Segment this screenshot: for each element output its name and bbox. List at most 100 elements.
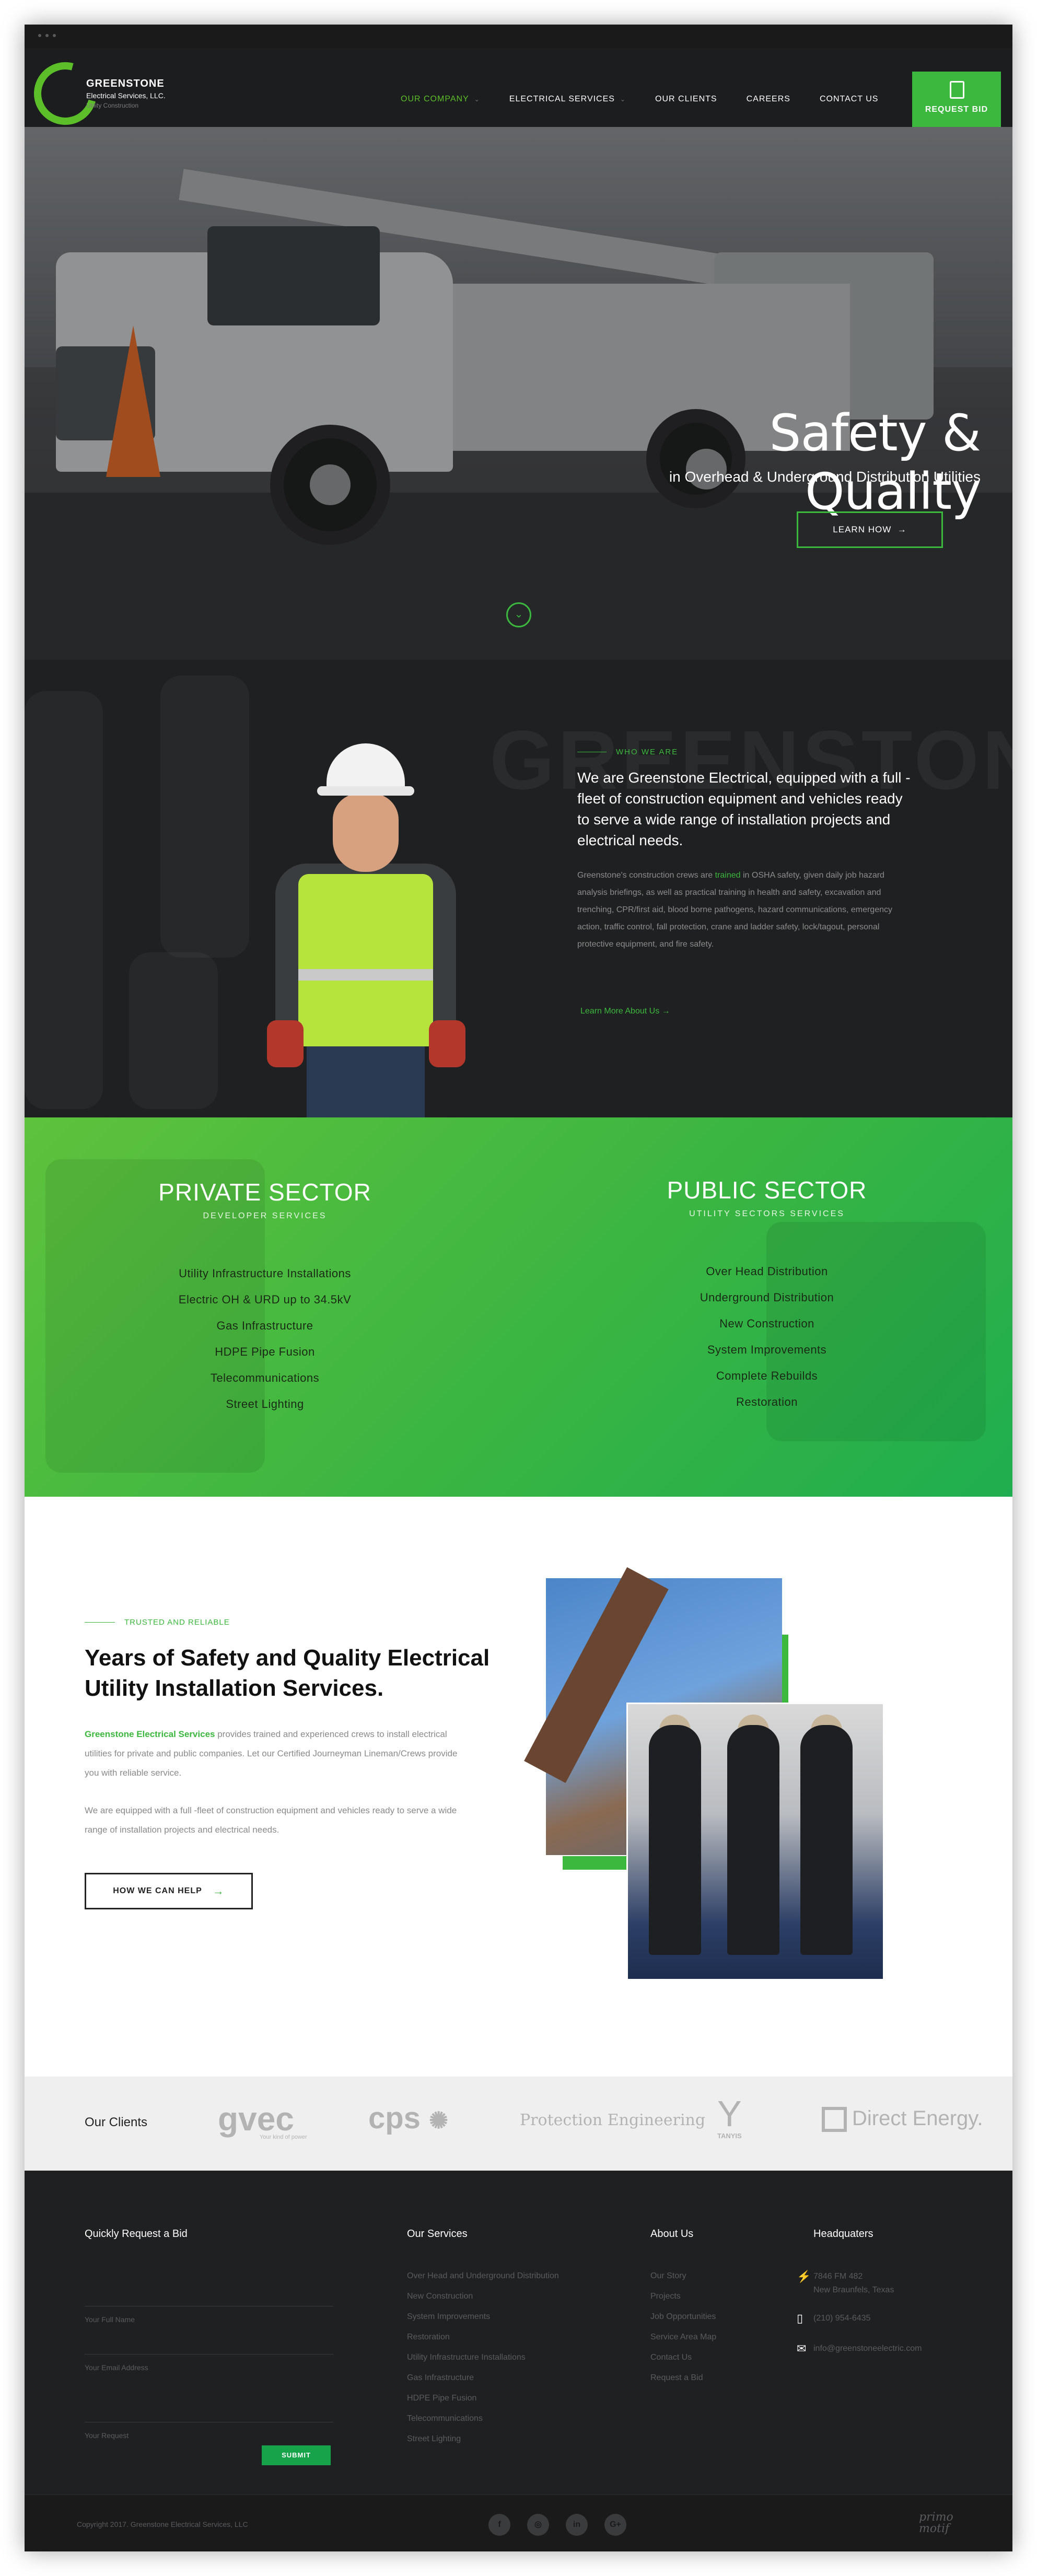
list-item: Gas Infrastructure bbox=[216, 1319, 313, 1332]
sun-icon: ✺ bbox=[429, 2108, 448, 2134]
chevron-down-icon: ⌄ bbox=[514, 609, 523, 620]
full-name-field[interactable]: Your Full Name bbox=[85, 2286, 333, 2324]
bid-form-title: Quickly Request a Bid bbox=[85, 2228, 188, 2240]
footer-link[interactable]: Contact Us bbox=[650, 2347, 716, 2368]
services-title: Our Services bbox=[407, 2228, 468, 2240]
nav-our-clients[interactable]: OUR CLIENTS bbox=[655, 95, 717, 104]
footer-link[interactable]: Restoration bbox=[407, 2327, 559, 2347]
team-member bbox=[649, 1725, 701, 1955]
client-logo-tanyis[interactable]: Y TANYIS bbox=[717, 2095, 742, 2140]
email-field[interactable]: Your Email Address bbox=[85, 2334, 333, 2372]
list-item: Street Lighting bbox=[226, 1397, 304, 1411]
window-dot-3[interactable] bbox=[53, 34, 56, 37]
background-worker bbox=[160, 675, 249, 958]
team-member bbox=[800, 1725, 853, 1955]
footer-link[interactable]: Utility Infrastructure Installations bbox=[407, 2347, 559, 2368]
brand-logo[interactable]: GREENSTONE Electrical Services, LLC. Uti… bbox=[25, 51, 170, 136]
list-item: Utility Infrastructure Installations bbox=[179, 1267, 351, 1280]
facebook-icon[interactable]: f bbox=[488, 2514, 510, 2536]
linkedin-icon[interactable]: in bbox=[566, 2514, 588, 2536]
list-item: New Construction bbox=[719, 1317, 814, 1330]
footer-link[interactable]: Projects bbox=[650, 2286, 716, 2306]
client-logo-gvec[interactable]: gvec Your kind of power bbox=[218, 2100, 307, 2140]
list-item: Telecommunications bbox=[210, 1371, 320, 1384]
request-field[interactable]: Your Request bbox=[85, 2402, 333, 2440]
credit-line-1: primo bbox=[919, 2511, 953, 2524]
footer-link[interactable]: Request a Bid bbox=[650, 2368, 716, 2388]
footer-link[interactable]: Street Lighting bbox=[407, 2429, 559, 2449]
window-dot-1[interactable] bbox=[38, 34, 41, 37]
learn-more-link[interactable]: Learn More About Us → bbox=[580, 1007, 670, 1016]
about-body-post: in OSHA safety, given daily job hazard a… bbox=[577, 871, 892, 949]
private-sector-title: PRIVATE SECTOR bbox=[158, 1179, 371, 1206]
nav-our-company[interactable]: OUR COMPANY ⌄ bbox=[401, 95, 480, 104]
copyright: Copyright 2017. Greenstone Electrical Se… bbox=[77, 2520, 248, 2528]
nav-contact-us[interactable]: CONTACT US bbox=[820, 95, 879, 104]
instagram-icon[interactable]: ◎ bbox=[527, 2514, 549, 2536]
background-worker bbox=[129, 952, 218, 1109]
document-icon bbox=[950, 81, 964, 99]
brand-tagline: Utility Construction bbox=[86, 102, 139, 109]
team-award-photo bbox=[626, 1703, 884, 1980]
footer-link[interactable]: Telecommunications bbox=[407, 2408, 559, 2429]
work-glove bbox=[429, 1020, 465, 1067]
envelope-icon: ✉ bbox=[797, 2342, 807, 2355]
window-dot-2[interactable] bbox=[45, 34, 49, 37]
learn-how-label: LEARN HOW bbox=[833, 524, 892, 534]
footer-link[interactable]: Over Head and Underground Distribution bbox=[407, 2266, 559, 2286]
private-sector-column: PRIVATE SECTOR DEVELOPER SERVICES Utilit… bbox=[108, 1178, 422, 1417]
footer-link[interactable]: HDPE Pipe Fusion bbox=[407, 2388, 559, 2408]
email-block[interactable]: ✉ info@greenstoneelectric.com bbox=[797, 2342, 922, 2356]
client-logo-cps[interactable]: cps ✺ bbox=[368, 2101, 448, 2136]
social-links: f ◎ in G+ bbox=[488, 2514, 626, 2536]
phone-number: (210) 954-6435 bbox=[813, 2314, 871, 2323]
client-logo-direct-energy[interactable]: Direct Energy. bbox=[822, 2107, 983, 2132]
learn-how-button[interactable]: LEARN HOW → bbox=[797, 511, 943, 548]
google-plus-icon[interactable]: G+ bbox=[604, 2514, 626, 2536]
eyebrow-line bbox=[85, 1622, 115, 1623]
accent-block bbox=[563, 1856, 636, 1870]
footer-link[interactable]: Gas Infrastructure bbox=[407, 2368, 559, 2388]
list-item: Restoration bbox=[736, 1395, 798, 1408]
hero-banner: Safety & Quality in Overhead & Undergrou… bbox=[25, 127, 1012, 660]
trusted-heading: Years of Safety and Quality Electrical U… bbox=[85, 1645, 490, 1701]
footer-link[interactable]: Service Area Map bbox=[650, 2327, 716, 2347]
scroll-down-button[interactable]: ⌄ bbox=[506, 602, 531, 627]
worker-face bbox=[333, 794, 399, 872]
chevron-down-icon: ⌄ bbox=[474, 96, 480, 103]
background-worker bbox=[25, 691, 103, 1109]
about-us-title: About Us bbox=[650, 2228, 694, 2240]
list-item: Underground Distribution bbox=[700, 1291, 834, 1304]
client-logo-text: Direct Energy. bbox=[852, 2107, 983, 2130]
footer-link[interactable]: Job Opportunities bbox=[650, 2306, 716, 2327]
nav-electrical-services[interactable]: ELECTRICAL SERVICES ⌄ bbox=[509, 95, 626, 104]
footer-link[interactable]: System Improvements bbox=[407, 2306, 559, 2327]
how-we-can-help-button[interactable]: HOW WE CAN HELP → bbox=[85, 1873, 253, 1909]
browser-frame: GREENSTONE Electrical Services, LLC. Uti… bbox=[25, 25, 1012, 2551]
list-item: System Improvements bbox=[707, 1343, 827, 1356]
agency-credit-logo[interactable]: primo motif bbox=[919, 2512, 953, 2535]
window-controls bbox=[38, 34, 56, 37]
address-line-2: New Braunfels, Texas bbox=[813, 2286, 894, 2294]
help-label: HOW WE CAN HELP bbox=[113, 1886, 202, 1895]
hard-hat-brim bbox=[317, 786, 414, 796]
phone-icon: ▯ bbox=[797, 2312, 803, 2325]
hero-title: Safety & Quality bbox=[769, 404, 981, 521]
submit-button[interactable]: SUBMIT bbox=[262, 2445, 331, 2465]
hard-hat bbox=[327, 743, 405, 790]
eyebrow-text: WHO WE ARE bbox=[616, 748, 679, 756]
about-heading: We are Greenstone Electrical, equipped w… bbox=[577, 770, 911, 848]
team-member bbox=[727, 1725, 779, 1955]
email-address: info@greenstoneelectric.com bbox=[813, 2344, 922, 2353]
client-logo-text: cps bbox=[368, 2101, 421, 2135]
footer-link[interactable]: New Construction bbox=[407, 2286, 559, 2306]
footer-link[interactable]: Our Story bbox=[650, 2266, 716, 2286]
hero-subtitle: in Overhead & Underground Distribution U… bbox=[669, 469, 981, 485]
phone-block[interactable]: ▯ (210) 954-6435 bbox=[797, 2312, 871, 2325]
request-bid-button[interactable]: REQUEST BID bbox=[912, 72, 1001, 127]
private-sector-subtitle: DEVELOPER SERVICES bbox=[203, 1211, 327, 1220]
nav-careers[interactable]: CAREERS bbox=[747, 95, 790, 104]
client-logo-protection-engineering[interactable]: Protection Engineering bbox=[520, 2111, 705, 2129]
clients-label: Our Clients bbox=[85, 2115, 148, 2129]
public-sector-title: PUBLIC SECTOR bbox=[667, 1176, 867, 1204]
